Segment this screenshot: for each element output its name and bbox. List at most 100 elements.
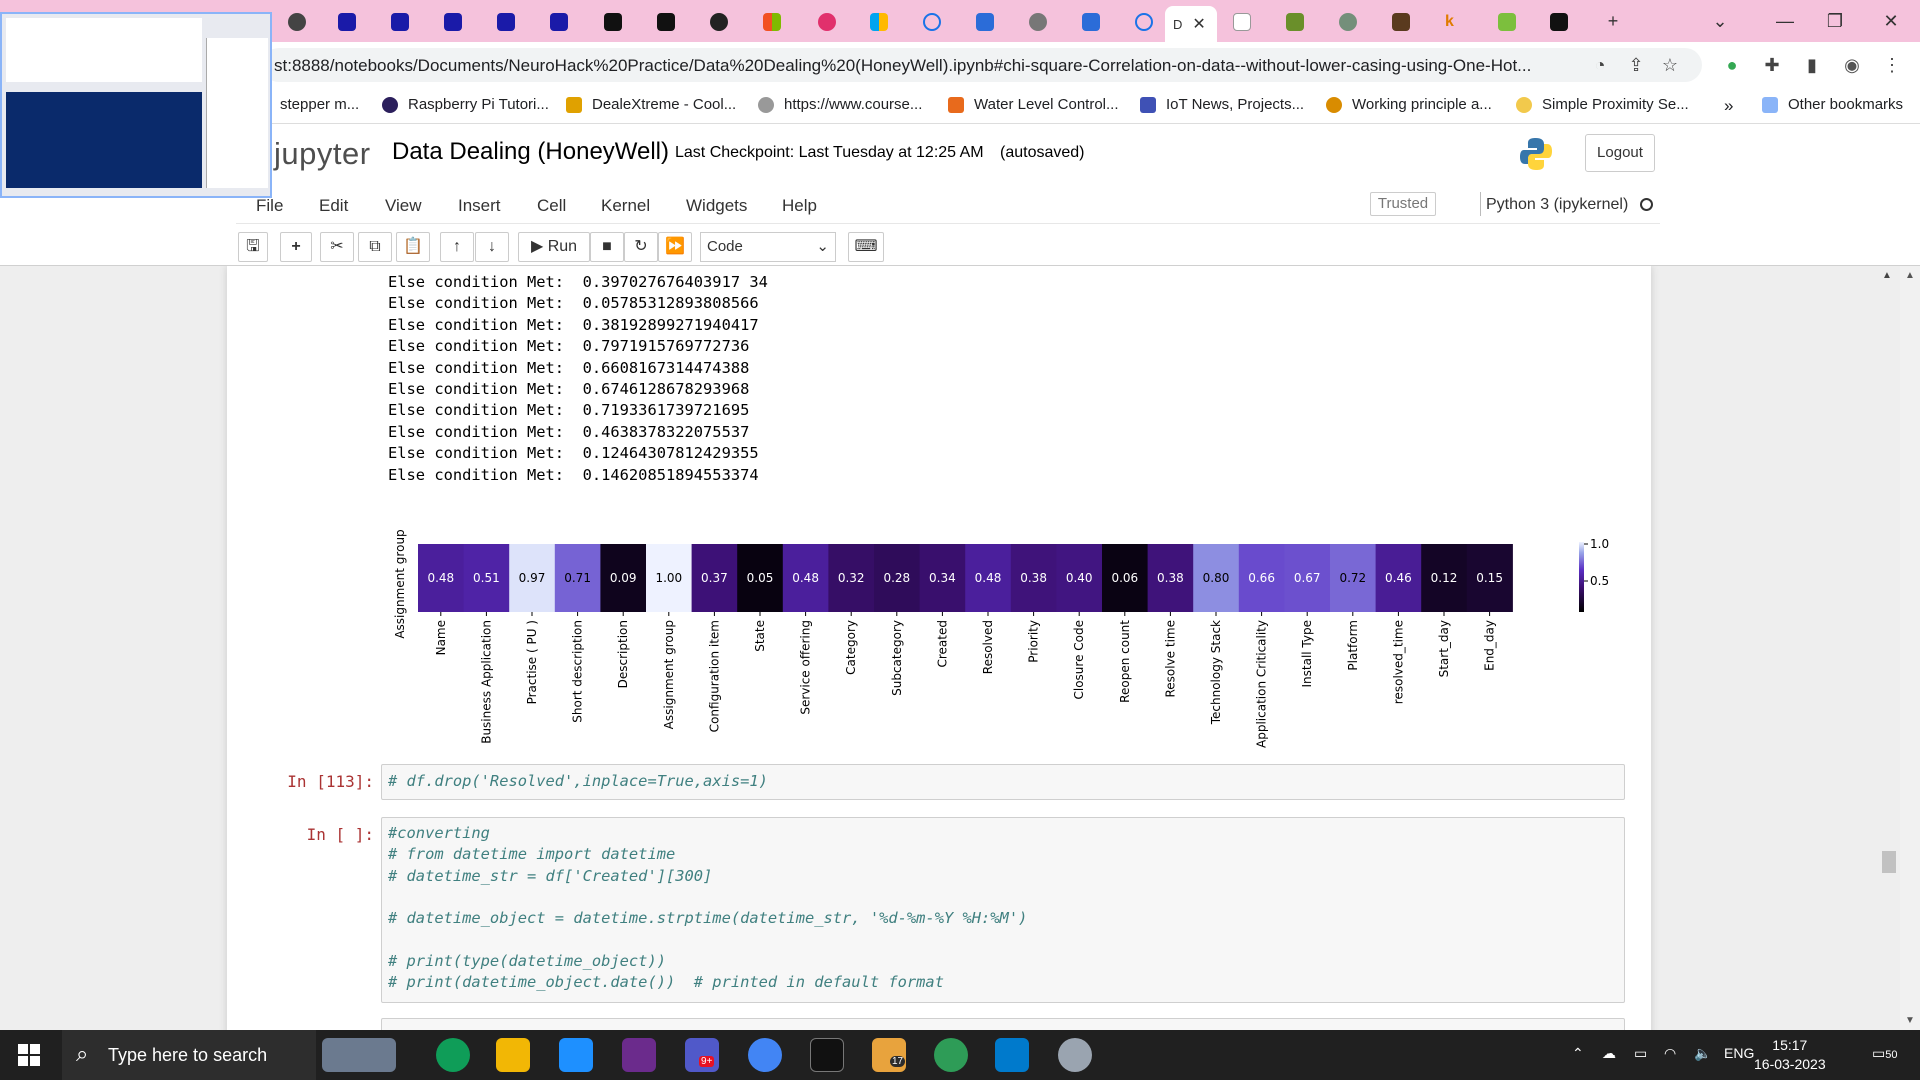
restart-run-all-button[interactable]: ⏩ (658, 232, 692, 262)
wifi-icon[interactable]: ◠ (1664, 1045, 1676, 1062)
store-icon[interactable] (559, 1038, 593, 1072)
file-explorer-icon[interactable] (496, 1038, 530, 1072)
bookmark-item[interactable]: IoT News, Projects... (1140, 96, 1304, 113)
bookmark-item[interactable]: Simple Proximity Se... (1516, 96, 1689, 113)
network-alert-icon[interactable]: ☁ (1602, 1045, 1616, 1062)
profile-avatar[interactable]: ◉ (1840, 53, 1864, 77)
tab-youtube-2[interactable] (383, 8, 409, 36)
terminal-icon[interactable] (810, 1038, 844, 1072)
scroll-up-icon[interactable]: ▲ (1905, 270, 1915, 281)
volume-icon[interactable]: 🔈 (1694, 1045, 1711, 1062)
notebook-name[interactable]: Data Dealing (HoneyWell) (392, 138, 669, 166)
copy-button[interactable]: ⧉ (358, 232, 392, 262)
tab-k[interactable]: k (1437, 8, 1463, 36)
tab-instagram[interactable] (810, 8, 836, 36)
tab-loading-1[interactable] (915, 8, 941, 36)
bookmark-item[interactable]: Raspberry Pi Tutori... (382, 96, 549, 113)
grammarly-icon[interactable]: ● (1720, 53, 1744, 77)
tab-wordpress[interactable] (280, 8, 306, 36)
bookmark-item[interactable]: https://www.course... (758, 96, 922, 113)
move-up-button[interactable]: ↑ (440, 232, 474, 262)
interrupt-button[interactable]: ■ (590, 232, 624, 262)
restore-button[interactable]: ❐ (1820, 8, 1850, 34)
window-preview-thumbnail[interactable] (0, 12, 272, 198)
language-indicator[interactable]: ENG (1724, 1045, 1754, 1061)
cut-button[interactable]: ✂ (320, 232, 354, 262)
taskbar-widget-news[interactable] (322, 1038, 396, 1072)
notebook-scrollbar[interactable]: ▲ ▼ (1900, 266, 1920, 1030)
chrome-icon[interactable] (748, 1038, 782, 1072)
menu-file[interactable]: File (256, 196, 283, 216)
other-bookmarks[interactable]: Other bookmarks (1762, 96, 1903, 113)
code-text[interactable]: #converting # from datetime import datet… (388, 823, 1027, 993)
trusted-indicator[interactable]: Trusted (1370, 192, 1436, 216)
extensions-icon[interactable]: ✚ (1760, 53, 1784, 77)
tab-medium-3[interactable] (1542, 8, 1568, 36)
tab-youtube-3[interactable] (436, 8, 462, 36)
new-tab-button[interactable]: + (1598, 8, 1628, 34)
restart-button[interactable]: ↻ (624, 232, 658, 262)
tab-medium-2[interactable] (649, 8, 675, 36)
run-button[interactable]: ▶ Run (518, 232, 590, 262)
bookmark-item[interactable]: stepper m... (280, 96, 359, 113)
side-panel-icon[interactable]: ▮ (1800, 53, 1824, 77)
jupyter-logo[interactable]: jupyter (274, 136, 371, 172)
minimize-button[interactable]: — (1770, 8, 1800, 34)
bookmarks-overflow-button[interactable]: » (1724, 96, 1733, 116)
tab-loading-2[interactable] (1127, 8, 1153, 36)
vscode-icon[interactable] (995, 1038, 1029, 1072)
tab-microsoft-2[interactable] (862, 8, 888, 36)
code-cell-input[interactable] (381, 1018, 1625, 1030)
code-cell-input[interactable]: # df.drop('Resolved',inplace=True,axis=1… (381, 764, 1625, 800)
menu-help[interactable]: Help (782, 196, 817, 216)
scroll-up-icon[interactable]: ▲ (1882, 270, 1892, 281)
scrollbar-thumb[interactable] (1882, 851, 1896, 873)
insert-cell-button[interactable]: + (280, 232, 312, 262)
menu-insert[interactable]: Insert (458, 196, 501, 216)
performance-icon[interactable]: ◔ (1588, 53, 1612, 77)
tab-youtube-5[interactable] (542, 8, 568, 36)
tab-doc-1[interactable] (968, 8, 994, 36)
kernel-name[interactable]: Python 3 (ipykernel) (1486, 196, 1628, 214)
mail-icon[interactable]: 17 (872, 1038, 906, 1072)
move-down-button[interactable]: ↓ (475, 232, 509, 262)
search-placeholder[interactable]: Type here to search (108, 1045, 267, 1066)
tab-youtube-1[interactable] (330, 8, 356, 36)
code-cell-input[interactable]: #converting # from datetime import datet… (381, 817, 1625, 1003)
url-text[interactable]: st:8888/notebooks/Documents/NeuroHack%20… (274, 56, 1574, 76)
bookmark-item[interactable]: Water Level Control... (948, 96, 1119, 113)
notifications-icon[interactable]: ▭50 (1872, 1045, 1897, 1062)
edge-icon[interactable] (436, 1038, 470, 1072)
bookmark-item[interactable]: DealeXtreme - Cool... (566, 96, 736, 113)
winrar-icon[interactable] (622, 1038, 656, 1072)
code-text[interactable]: # df.drop('Resolved',inplace=True,axis=1… (388, 771, 768, 792)
command-palette-button[interactable]: ⌨ (848, 232, 884, 262)
taskbar-clock[interactable]: 15:17 16-03-2023 (1754, 1036, 1826, 1074)
taskbar-search[interactable]: ⌕ Type here to search (62, 1030, 316, 1080)
cell-type-select[interactable]: Code ⌄ (700, 232, 836, 262)
menu-cell[interactable]: Cell (537, 196, 566, 216)
teams-icon[interactable]: 9+ (685, 1038, 719, 1072)
tab-sheets[interactable] (1278, 8, 1304, 36)
tab-microsoft[interactable] (755, 8, 781, 36)
tab-w3schools[interactable] (1225, 8, 1251, 36)
tab-medium-1[interactable] (596, 8, 622, 36)
logout-button[interactable]: Logout (1585, 134, 1655, 172)
tab-tds[interactable] (1384, 8, 1410, 36)
tab-globe[interactable] (1021, 8, 1047, 36)
share-icon[interactable]: ⇪ (1624, 53, 1648, 77)
menu-edit[interactable]: Edit (319, 196, 348, 216)
paste-button[interactable]: 📋 (396, 232, 430, 262)
bookmark-item[interactable]: Working principle a... (1326, 96, 1492, 113)
tab-active-jupyter[interactable]: D ✕ (1165, 6, 1217, 42)
tab-openai[interactable] (1331, 8, 1357, 36)
tab-youtube-4[interactable] (489, 8, 515, 36)
maps-icon[interactable] (934, 1038, 968, 1072)
tab-doc-2[interactable] (1074, 8, 1100, 36)
tab-github[interactable] (702, 8, 728, 36)
menu-view[interactable]: View (385, 196, 422, 216)
menu-widgets[interactable]: Widgets (686, 196, 747, 216)
tab-search-icon[interactable]: ⌄ (1705, 8, 1735, 34)
close-tab-icon[interactable]: ✕ (1192, 14, 1205, 34)
windows-start-icon[interactable] (18, 1044, 40, 1066)
